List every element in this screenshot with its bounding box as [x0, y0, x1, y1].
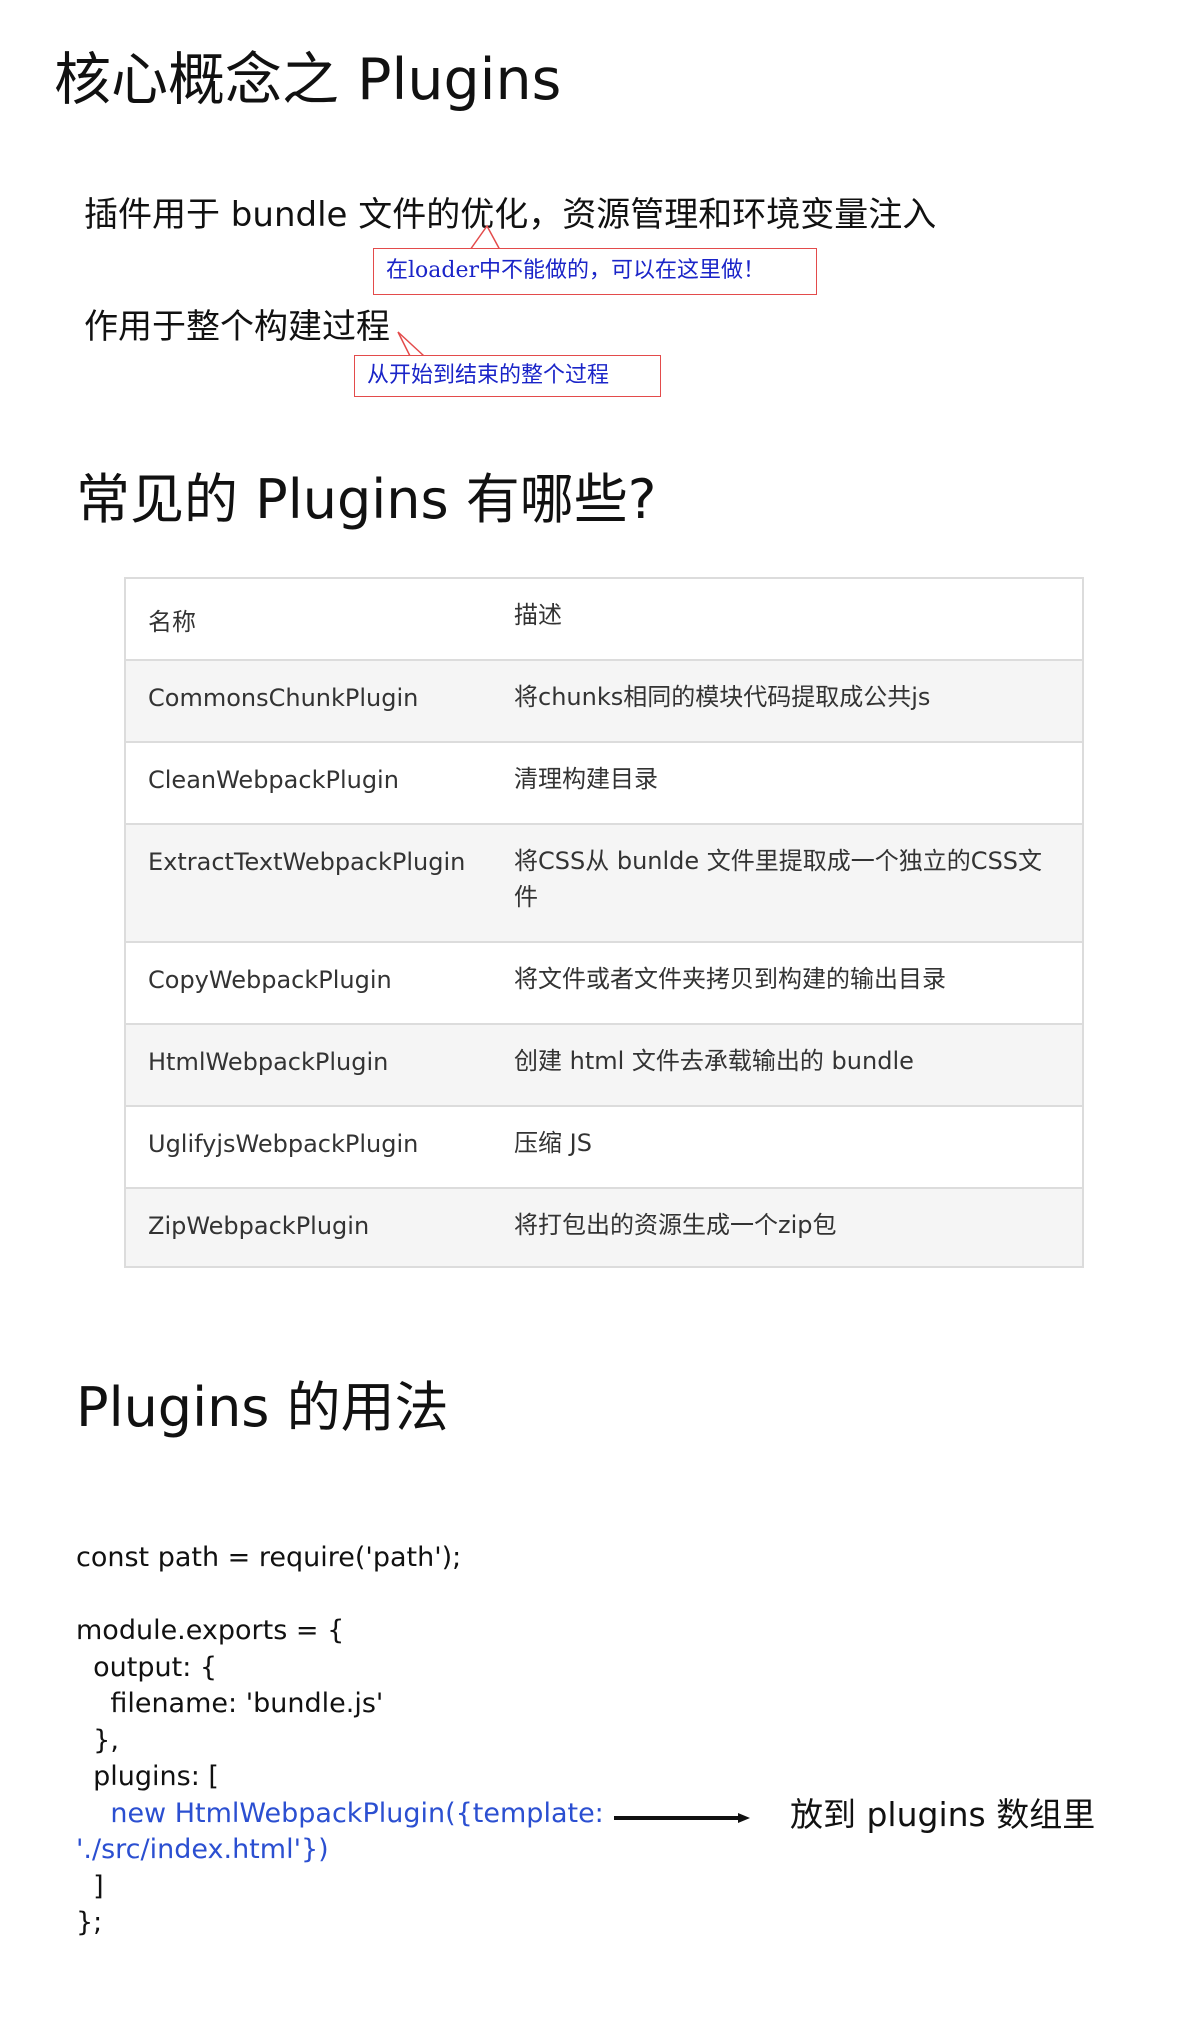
table-row: UglifyjsWebpackPlugin 压缩 JS — [126, 1107, 1082, 1189]
plugin-name: CommonsChunkPlugin — [148, 684, 419, 712]
table-row: CopyWebpackPlugin 将文件或者文件夹拷贝到构建的输出目录 — [126, 943, 1082, 1025]
section-title-plugins-concept: 核心概念之 Plugins — [54, 47, 562, 113]
plugin-name: CleanWebpackPlugin — [148, 766, 399, 794]
table-row: ZipWebpackPlugin 将打包出的资源生成一个zip包 — [126, 1189, 1082, 1266]
code-line: }, — [76, 1724, 119, 1756]
code-line: ] — [76, 1870, 104, 1902]
plugin-desc: 将chunks相同的模块代码提取成公共js — [514, 683, 931, 711]
table-row: CommonsChunkPlugin 将chunks相同的模块代码提取成公共js — [126, 661, 1082, 743]
callout-loader-note: 在loader中不能做的，可以在这里做！ — [373, 248, 817, 295]
code-line: module.exports = { — [76, 1615, 345, 1646]
plugin-desc: 将打包出的资源生成一个zip包 — [514, 1211, 837, 1239]
plugin-desc: 将文件或者文件夹拷贝到构建的输出目录 — [514, 965, 946, 993]
section-title-plugins-usage: Plugins 的用法 — [76, 1376, 449, 1439]
plugin-name: UglifyjsWebpackPlugin — [148, 1130, 419, 1158]
code-line-highlight: './src/index.html'}) — [76, 1834, 329, 1865]
callout-process-note: 从开始到结束的整个过程 — [354, 355, 661, 397]
plugin-desc: 清理构建目录 — [514, 765, 658, 793]
table-header-name: 名称 — [148, 608, 196, 636]
code-line: const path = require('path'); — [76, 1542, 462, 1573]
section-title-common-plugins: 常见的 Plugins 有哪些? — [76, 468, 657, 531]
table-row: HtmlWebpackPlugin 创建 html 文件去承载输出的 bundl… — [126, 1025, 1082, 1107]
plugin-desc: 压缩 JS — [514, 1129, 592, 1157]
plugin-name: CopyWebpackPlugin — [148, 966, 392, 994]
code-block: const path = require('path'); module.exp… — [76, 1540, 604, 1942]
right-arrow-icon — [614, 1813, 750, 1823]
plugins-scope-text: 作用于整个构建过程 — [84, 307, 390, 347]
code-line-highlight: new HtmlWebpackPlugin({template: — [76, 1797, 604, 1829]
arrow-label-plugins-array: 放到 plugins 数组里 — [790, 1795, 1096, 1834]
plugin-desc: 将CSS从 bunlde 文件里提取成一个独立的CSS文件 — [514, 847, 1043, 911]
plugins-purpose-text: 插件用于 bundle 文件的优化，资源管理和环境变量注入 — [84, 195, 937, 235]
plugin-name: HtmlWebpackPlugin — [148, 1048, 389, 1076]
code-line: output: { — [76, 1651, 218, 1683]
code-line: }; — [76, 1907, 103, 1938]
plugins-table: 名称 描述 CommonsChunkPlugin 将chunks相同的模块代码提… — [124, 577, 1084, 1268]
table-row: ExtractTextWebpackPlugin 将CSS从 bunlde 文件… — [126, 825, 1082, 943]
plugin-name: ExtractTextWebpackPlugin — [148, 848, 466, 876]
callout2-pointer — [397, 331, 440, 357]
table-row: CleanWebpackPlugin 清理构建目录 — [126, 743, 1082, 825]
plugin-name: ZipWebpackPlugin — [148, 1212, 370, 1240]
code-line: plugins: [ — [76, 1761, 219, 1792]
plugin-desc: 创建 html 文件去承载输出的 bundle — [514, 1047, 914, 1075]
code-line: filename: 'bundle.js' — [76, 1688, 384, 1719]
table-header-desc: 描述 — [514, 601, 562, 629]
table-header-row: 名称 描述 — [126, 579, 1082, 661]
